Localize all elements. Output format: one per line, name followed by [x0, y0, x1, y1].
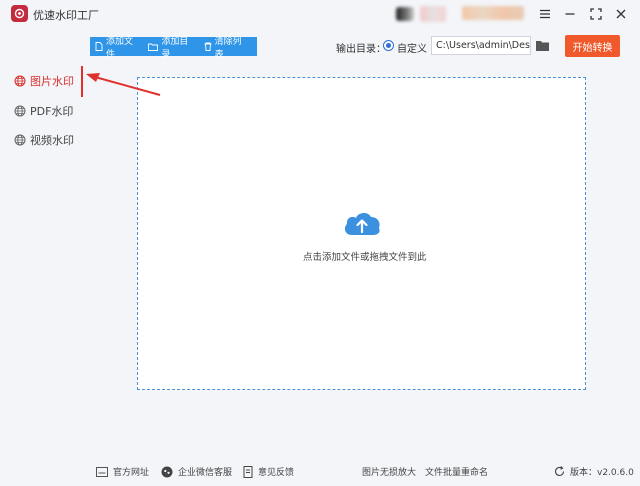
add-file-button[interactable]: 添加文件 — [95, 34, 139, 60]
account-info-blurred — [462, 6, 524, 20]
official-website-link[interactable]: 官方网址 — [96, 465, 149, 478]
close-icon[interactable] — [611, 4, 631, 24]
start-convert-button[interactable]: 开始转换 — [565, 35, 620, 57]
sidebar-item-label: 视频水印 — [30, 134, 74, 147]
website-icon — [96, 466, 108, 477]
trash-icon — [204, 42, 212, 51]
version-label: 版本：v2.0.6.0 — [570, 468, 634, 478]
output-directory-label: 输出目录： — [336, 44, 386, 55]
user-avatar[interactable] — [396, 7, 414, 21]
menu-icon[interactable] — [535, 4, 555, 24]
add-file-label: 添加文件 — [106, 36, 134, 60]
clear-list-label: 清除列表 — [214, 36, 242, 60]
sidebar-item-video-watermark[interactable]: 视频水印 — [14, 131, 74, 149]
globe-icon — [14, 105, 26, 117]
batch-rename-link[interactable]: 文件批量重命名 — [425, 465, 488, 478]
sidebar-item-image-watermark[interactable]: 图片水印 — [14, 72, 74, 90]
sidebar-item-label: PDF水印 — [30, 105, 74, 118]
rename-label: 文件批量重命名 — [425, 468, 489, 478]
feedback-link[interactable]: 意见反馈 — [243, 465, 294, 478]
wechat-label: 企业微信客服 — [178, 468, 233, 478]
feedback-label: 意见反馈 — [258, 468, 295, 478]
title-bar: 优速水印工厂 — [0, 0, 640, 30]
sidebar-item-label: 图片水印 — [30, 75, 74, 88]
add-folder-button[interactable]: 添加目录 — [148, 34, 194, 60]
feedback-icon — [243, 465, 253, 478]
drop-hint-text: 点击添加文件或拖拽文件到此 — [303, 252, 427, 263]
lossless-label: 图片无损放大 — [362, 468, 417, 478]
wechat-icon — [161, 466, 173, 478]
wechat-support-link[interactable]: 企业微信客服 — [161, 465, 232, 478]
user-info-blurred — [420, 6, 446, 22]
app-logo-icon — [11, 5, 28, 22]
globe-icon — [14, 75, 26, 87]
minimize-icon[interactable] — [560, 4, 580, 24]
globe-icon — [14, 134, 26, 146]
fullscreen-icon[interactable] — [586, 4, 606, 24]
file-icon — [95, 42, 103, 51]
custom-output-label: 自定义 — [397, 44, 427, 55]
sidebar-item-pdf-watermark[interactable]: PDF水印 — [14, 102, 73, 120]
sidebar-active-indicator — [81, 66, 83, 97]
add-folder-label: 添加目录 — [161, 36, 189, 60]
image-lossless-enlarge-link[interactable]: 图片无损放大 — [362, 465, 416, 478]
output-path-field[interactable]: C:\Users\admin\Desktop — [431, 36, 531, 55]
website-label: 官方网址 — [113, 468, 150, 478]
browse-folder-icon[interactable] — [536, 40, 549, 51]
version-info[interactable]: 版本：v2.0.6.0 — [554, 465, 634, 478]
custom-output-radio[interactable] — [383, 40, 394, 51]
cloud-upload-icon[interactable] — [342, 209, 382, 239]
folder-icon — [148, 43, 159, 51]
refresh-icon — [554, 466, 565, 477]
app-title: 优速水印工厂 — [33, 9, 99, 22]
file-toolbar: 添加文件 添加目录 清除列表 — [90, 37, 257, 60]
clear-list-button[interactable]: 清除列表 — [204, 34, 248, 60]
